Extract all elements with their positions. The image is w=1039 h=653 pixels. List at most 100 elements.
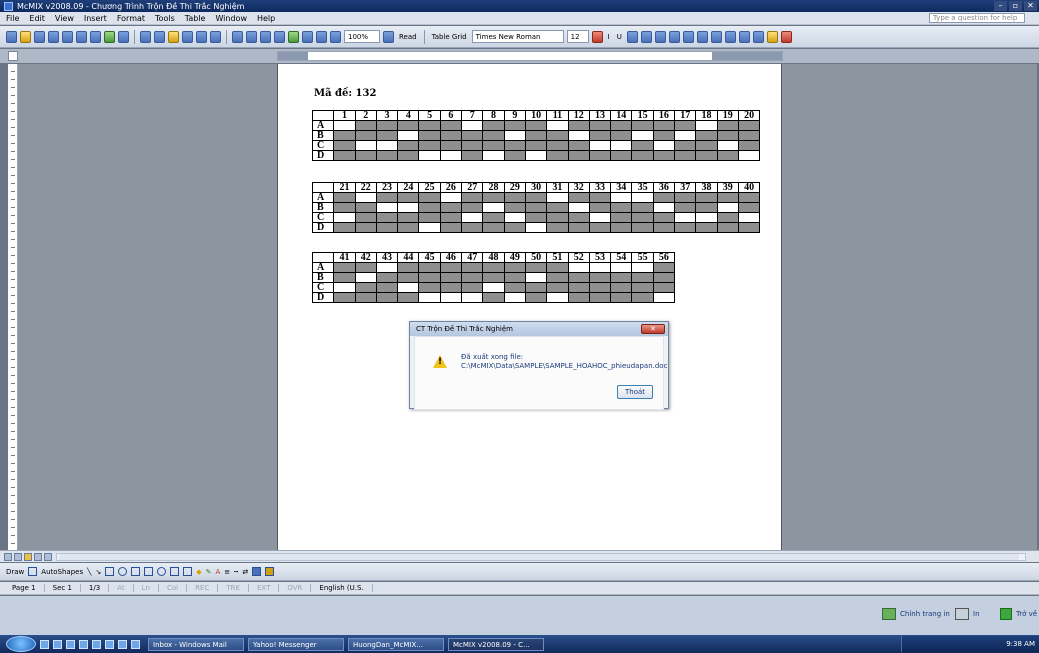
minimize-button[interactable]: –	[994, 1, 1007, 11]
quicklaunch-icon[interactable]	[131, 639, 140, 649]
clock[interactable]: 9:38 AM	[1006, 640, 1035, 648]
font-color-draw-icon[interactable]: A	[215, 568, 220, 576]
quicklaunch-icon[interactable]	[40, 639, 49, 649]
bullets-icon[interactable]	[710, 30, 722, 43]
horizontal-scrollbar[interactable]	[56, 553, 1026, 561]
help-search-input[interactable]: Type a question for help	[929, 13, 1025, 23]
draw-menu[interactable]: Draw	[6, 568, 24, 576]
normal-view-icon[interactable]	[4, 553, 12, 561]
exit-button[interactable]: Thoát	[617, 385, 653, 399]
align-center-icon[interactable]	[640, 30, 652, 43]
line-color-icon[interactable]: ✎	[206, 568, 212, 576]
read-button[interactable]: Read	[397, 33, 419, 41]
line-icon[interactable]: ╲	[87, 568, 91, 576]
redo-icon[interactable]	[210, 30, 221, 43]
research-icon[interactable]	[118, 30, 129, 43]
show-hide-icon[interactable]	[330, 30, 341, 43]
document-map-icon[interactable]	[316, 30, 327, 43]
italic-button[interactable]: I	[606, 33, 612, 41]
status-rec[interactable]: REC	[187, 584, 219, 592]
task-windows-mail[interactable]: Inbox - Windows Mail	[148, 637, 244, 651]
font-color-icon[interactable]	[780, 30, 792, 43]
print-view-icon[interactable]	[24, 553, 32, 561]
maximize-button[interactable]: ▫	[1009, 1, 1022, 11]
oval-icon[interactable]	[118, 567, 128, 576]
task-mcmix[interactable]: McMIX v2008.09 - C...	[448, 637, 544, 651]
reading-view-icon[interactable]	[44, 553, 52, 561]
numbering-icon[interactable]	[696, 30, 708, 43]
menu-view[interactable]: View	[55, 14, 74, 23]
menu-tools[interactable]: Tools	[155, 14, 175, 23]
copy-icon[interactable]	[154, 30, 165, 43]
textbox-icon[interactable]	[131, 567, 141, 576]
arrow-style-icon[interactable]: ⇄	[242, 568, 248, 576]
picture-icon[interactable]	[183, 567, 193, 576]
increase-indent-icon[interactable]	[738, 30, 750, 43]
tab-selector[interactable]	[8, 51, 18, 61]
select-objects-icon[interactable]	[28, 567, 38, 576]
close-window-button[interactable]: ✕	[1024, 1, 1037, 11]
font-size-select[interactable]: 12	[566, 30, 589, 43]
print-preview-icon[interactable]	[90, 30, 101, 43]
quicklaunch-icon[interactable]	[105, 639, 114, 649]
line-style-icon[interactable]: ≡	[224, 568, 230, 576]
underline-button[interactable]: U	[615, 33, 624, 41]
diagram-icon[interactable]	[157, 567, 167, 576]
quicklaunch-icon[interactable]	[66, 639, 75, 649]
save-icon[interactable]	[34, 30, 45, 43]
align-right-icon[interactable]	[654, 30, 666, 43]
horizontal-ruler[interactable]	[277, 51, 783, 61]
shadow-icon[interactable]	[252, 567, 262, 576]
undo-icon[interactable]	[196, 30, 207, 43]
tables-borders-icon[interactable]	[246, 30, 257, 43]
quicklaunch-icon[interactable]	[92, 639, 101, 649]
wordart-icon[interactable]	[144, 567, 154, 576]
status-ext[interactable]: EXT	[249, 584, 280, 592]
help-icon[interactable]	[383, 30, 394, 43]
align-left-icon[interactable]	[626, 30, 638, 43]
paste-icon[interactable]	[168, 30, 179, 43]
permission-icon[interactable]	[48, 30, 59, 43]
quicklaunch-icon[interactable]	[79, 639, 88, 649]
quicklaunch-icon[interactable]	[53, 639, 62, 649]
insert-table-icon[interactable]	[260, 30, 271, 43]
status-ovr[interactable]: OVR	[279, 584, 312, 592]
decrease-indent-icon[interactable]	[724, 30, 736, 43]
menu-format[interactable]: Format	[117, 14, 145, 23]
back-button[interactable]: Trở về	[1000, 608, 1037, 620]
font-select[interactable]: Times New Roman	[471, 30, 564, 43]
bold-button[interactable]	[591, 30, 603, 43]
menu-edit[interactable]: Edit	[29, 14, 45, 23]
columns-icon[interactable]	[288, 30, 299, 43]
menu-table[interactable]: Table	[185, 14, 206, 23]
hyperlink-icon[interactable]	[232, 30, 243, 43]
clipart-icon[interactable]	[170, 567, 180, 576]
highlight-icon[interactable]	[766, 30, 778, 43]
format-painter-icon[interactable]	[182, 30, 193, 43]
page-setup-button[interactable]: Chỉnh trang in	[882, 608, 950, 620]
task-huongdan[interactable]: HuongDan_McMIX...	[348, 637, 444, 651]
scroll-thumb[interactable]	[59, 554, 1019, 560]
menu-insert[interactable]: Insert	[84, 14, 107, 23]
quicklaunch-icon[interactable]	[118, 639, 127, 649]
spelling-icon[interactable]	[104, 30, 115, 43]
outside-border-icon[interactable]	[752, 30, 764, 43]
zoom-select[interactable]: 100%	[344, 30, 380, 43]
dash-style-icon[interactable]: ┅	[234, 568, 238, 576]
open-icon[interactable]	[20, 30, 31, 43]
autoshapes-menu[interactable]: AutoShapes	[41, 568, 83, 576]
3d-icon[interactable]	[265, 567, 275, 576]
start-button[interactable]	[6, 636, 36, 652]
outline-view-icon[interactable]	[34, 553, 42, 561]
arrow-icon[interactable]: ↘	[95, 568, 101, 576]
insert-excel-icon[interactable]	[274, 30, 285, 43]
status-trk[interactable]: TRK	[218, 584, 249, 592]
menu-file[interactable]: File	[6, 14, 19, 23]
dialog-close-button[interactable]: ✕	[641, 324, 665, 334]
drawing-icon[interactable]	[302, 30, 313, 43]
style-select[interactable]: Table Grid	[430, 33, 469, 41]
menu-window[interactable]: Window	[215, 14, 247, 23]
email-icon[interactable]	[62, 30, 73, 43]
line-spacing-icon[interactable]	[682, 30, 694, 43]
rectangle-icon[interactable]	[105, 567, 115, 576]
